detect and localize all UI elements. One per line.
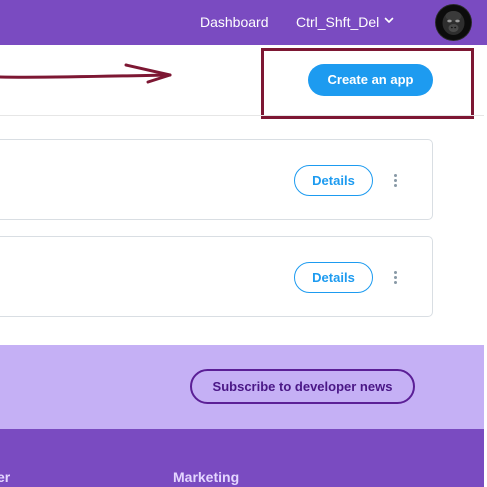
app-card: Details [0,139,433,220]
top-nav: Dashboard Ctrl_Shft_Del [0,0,487,45]
subscribe-section: Subscribe to developer news [0,345,487,429]
more-vertical-icon[interactable] [393,271,399,285]
details-button[interactable]: Details [294,262,373,293]
chevron-down-icon[interactable] [383,14,395,26]
more-vertical-icon[interactable] [393,174,399,188]
subscribe-button[interactable]: Subscribe to developer news [190,369,415,404]
avatar[interactable] [436,5,471,40]
divider [0,115,487,116]
footer-heading-marketing: Marketing [173,469,240,485]
footer-heading: er [0,469,11,485]
page: Dashboard Ctrl_Shft_Del Create an app De… [0,0,487,487]
gorilla-avatar-icon [436,5,471,40]
nav-dashboard-link[interactable]: Dashboard [200,13,269,31]
create-app-button[interactable]: Create an app [308,64,433,96]
details-button[interactable]: Details [294,165,373,196]
footer: er Marketing [0,429,487,487]
app-card: Details [0,236,433,317]
annotation-arrow [0,63,172,84]
nav-user-menu[interactable]: Ctrl_Shft_Del [296,13,379,31]
